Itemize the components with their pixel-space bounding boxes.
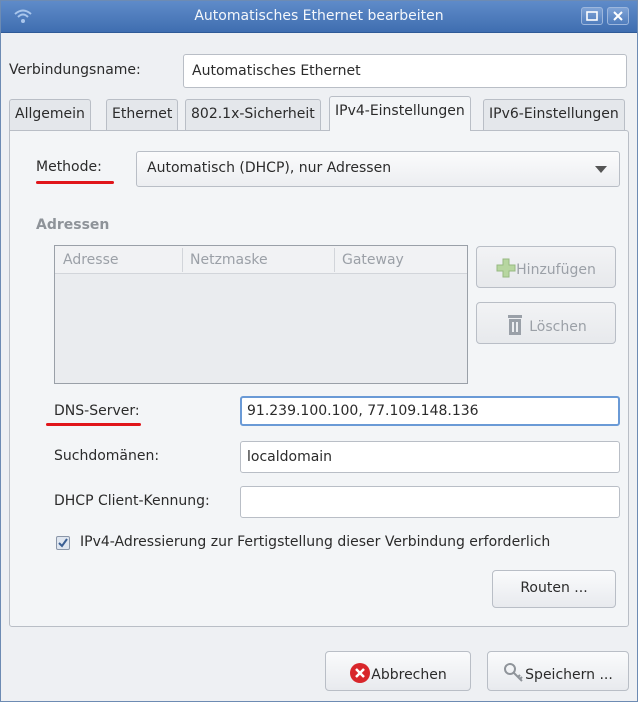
save-label: Speichern ... [525,667,613,683]
dhcp-client-id-label: DHCP Client-Kennung: [54,493,210,509]
title-bar[interactable]: Automatisches Ethernet bearbeiten [1,1,637,33]
trash-icon [505,314,525,340]
save-button[interactable]: Speichern ... [487,651,629,691]
maximize-icon[interactable] [581,7,603,25]
delete-address-label: Löschen [529,319,587,335]
addresses-table[interactable]: Adresse Netzmaske Gateway [54,245,468,384]
dns-underline [46,423,141,426]
dropdown-arrow-icon [595,166,607,173]
close-icon[interactable] [607,7,629,25]
method-dropdown[interactable]: Automatisch (DHCP), nur Adressen [136,151,620,187]
connection-name-input[interactable] [183,54,627,88]
cancel-icon [349,662,371,688]
routes-button[interactable]: Routen ... [492,570,616,608]
add-address-button[interactable]: Hinzufügen [476,246,616,288]
column-header-gateway[interactable]: Gateway [342,252,404,268]
search-domains-label: Suchdomänen: [54,448,160,464]
column-header-address[interactable]: Adresse [63,252,118,268]
method-value: Automatisch (DHCP), nur Adressen [147,160,392,176]
addresses-section-title: Adressen [36,217,110,233]
method-label: Methode: [36,159,102,175]
tab-ipv6-settings[interactable]: IPv6-Einstellungen [483,99,625,130]
plus-icon [496,258,516,282]
add-address-label: Hinzufügen [516,262,596,278]
require-ipv4-checkbox[interactable] [56,536,70,550]
dns-server-input[interactable] [240,396,620,426]
connection-name-label: Verbindungsname: [9,62,141,78]
tab-general[interactable]: Allgemein [9,99,91,130]
tab-ipv4-settings[interactable]: IPv4-Einstellungen [329,96,471,131]
checkbox-check-icon [58,538,68,548]
method-underline [36,181,114,184]
addresses-table-header: Adresse Netzmaske Gateway [55,246,467,274]
ipv4-settings-panel: Methode: Automatisch (DHCP), nur Adresse… [9,130,629,627]
column-header-netmask[interactable]: Netzmaske [190,252,268,268]
dhcp-client-id-input[interactable] [240,486,620,518]
column-separator [182,248,183,272]
delete-address-button[interactable]: Löschen [476,302,616,344]
window-title: Automatisches Ethernet bearbeiten [194,8,444,24]
tab-8021x-security[interactable]: 802.1x-Sicherheit [185,99,321,130]
search-domains-input[interactable] [240,441,620,473]
edit-connection-window: Automatisches Ethernet bearbeiten Verbin… [0,0,638,702]
keys-icon [503,662,525,688]
dns-server-label: DNS-Server: [54,403,140,419]
cancel-label: Abbrechen [371,667,447,683]
require-ipv4-label[interactable]: IPv4-Adressierung zur Fertigstellung die… [80,534,550,550]
column-separator [334,248,335,272]
cancel-button[interactable]: Abbrechen [325,651,471,691]
tab-ethernet[interactable]: Ethernet [106,99,179,130]
